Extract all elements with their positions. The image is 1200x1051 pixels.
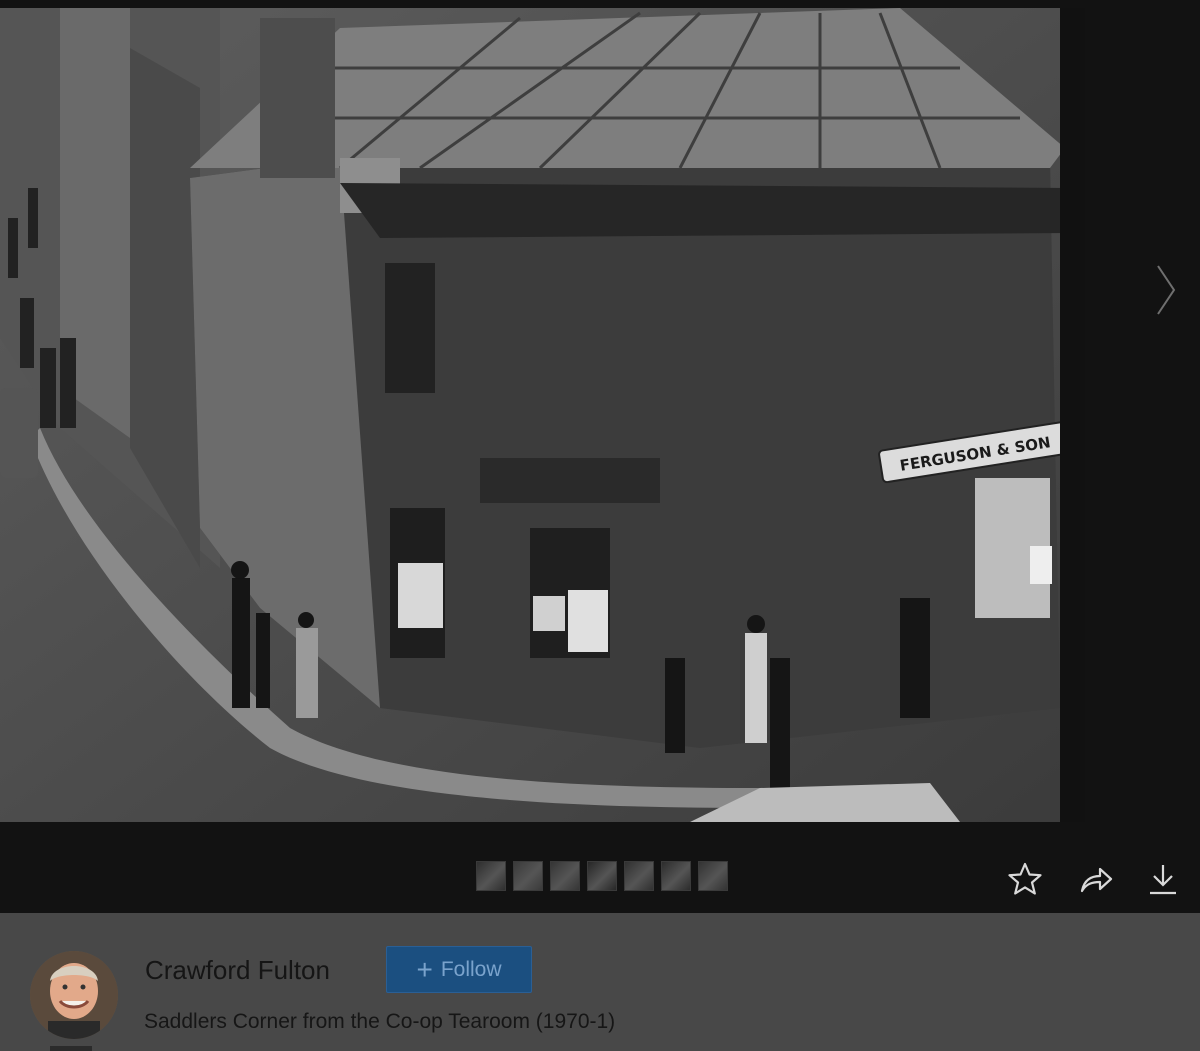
main-photo[interactable]: FERGUSON & SON <box>0 8 1085 822</box>
thumbnail-2[interactable] <box>513 861 543 891</box>
thumbnail-3[interactable] <box>550 861 580 891</box>
follow-button[interactable]: + Follow <box>386 946 532 993</box>
chevron-right-icon <box>1157 265 1176 315</box>
author-avatar[interactable] <box>30 951 118 1039</box>
thumbnail-4[interactable] <box>587 861 617 891</box>
thumbnail-6[interactable] <box>661 861 691 891</box>
thumbnail-5[interactable] <box>624 861 654 891</box>
avatar-image <box>30 951 118 1039</box>
photo-illustration: FERGUSON & SON <box>0 8 1085 822</box>
thumbnail-strip <box>476 861 728 891</box>
download-button[interactable] <box>1144 860 1182 898</box>
share-button[interactable] <box>1077 860 1115 898</box>
bottom-edge-tab <box>50 1046 92 1051</box>
plus-icon: + <box>416 953 433 985</box>
follow-label: Follow <box>440 957 502 981</box>
photo-viewer: FERGUSON & SON <box>0 0 1200 913</box>
photo-caption: Saddlers Corner from the Co-op Tearoom (… <box>144 1010 616 1033</box>
author-name[interactable]: Crawford Fulton <box>145 955 330 986</box>
star-icon <box>1008 862 1042 895</box>
download-icon <box>1150 865 1176 895</box>
next-photo-button[interactable] <box>1148 258 1184 322</box>
favorite-button[interactable] <box>1006 860 1044 898</box>
thumbnail-1[interactable] <box>476 861 506 891</box>
share-arrow-icon <box>1080 867 1113 893</box>
thumbnail-7[interactable] <box>698 861 728 891</box>
